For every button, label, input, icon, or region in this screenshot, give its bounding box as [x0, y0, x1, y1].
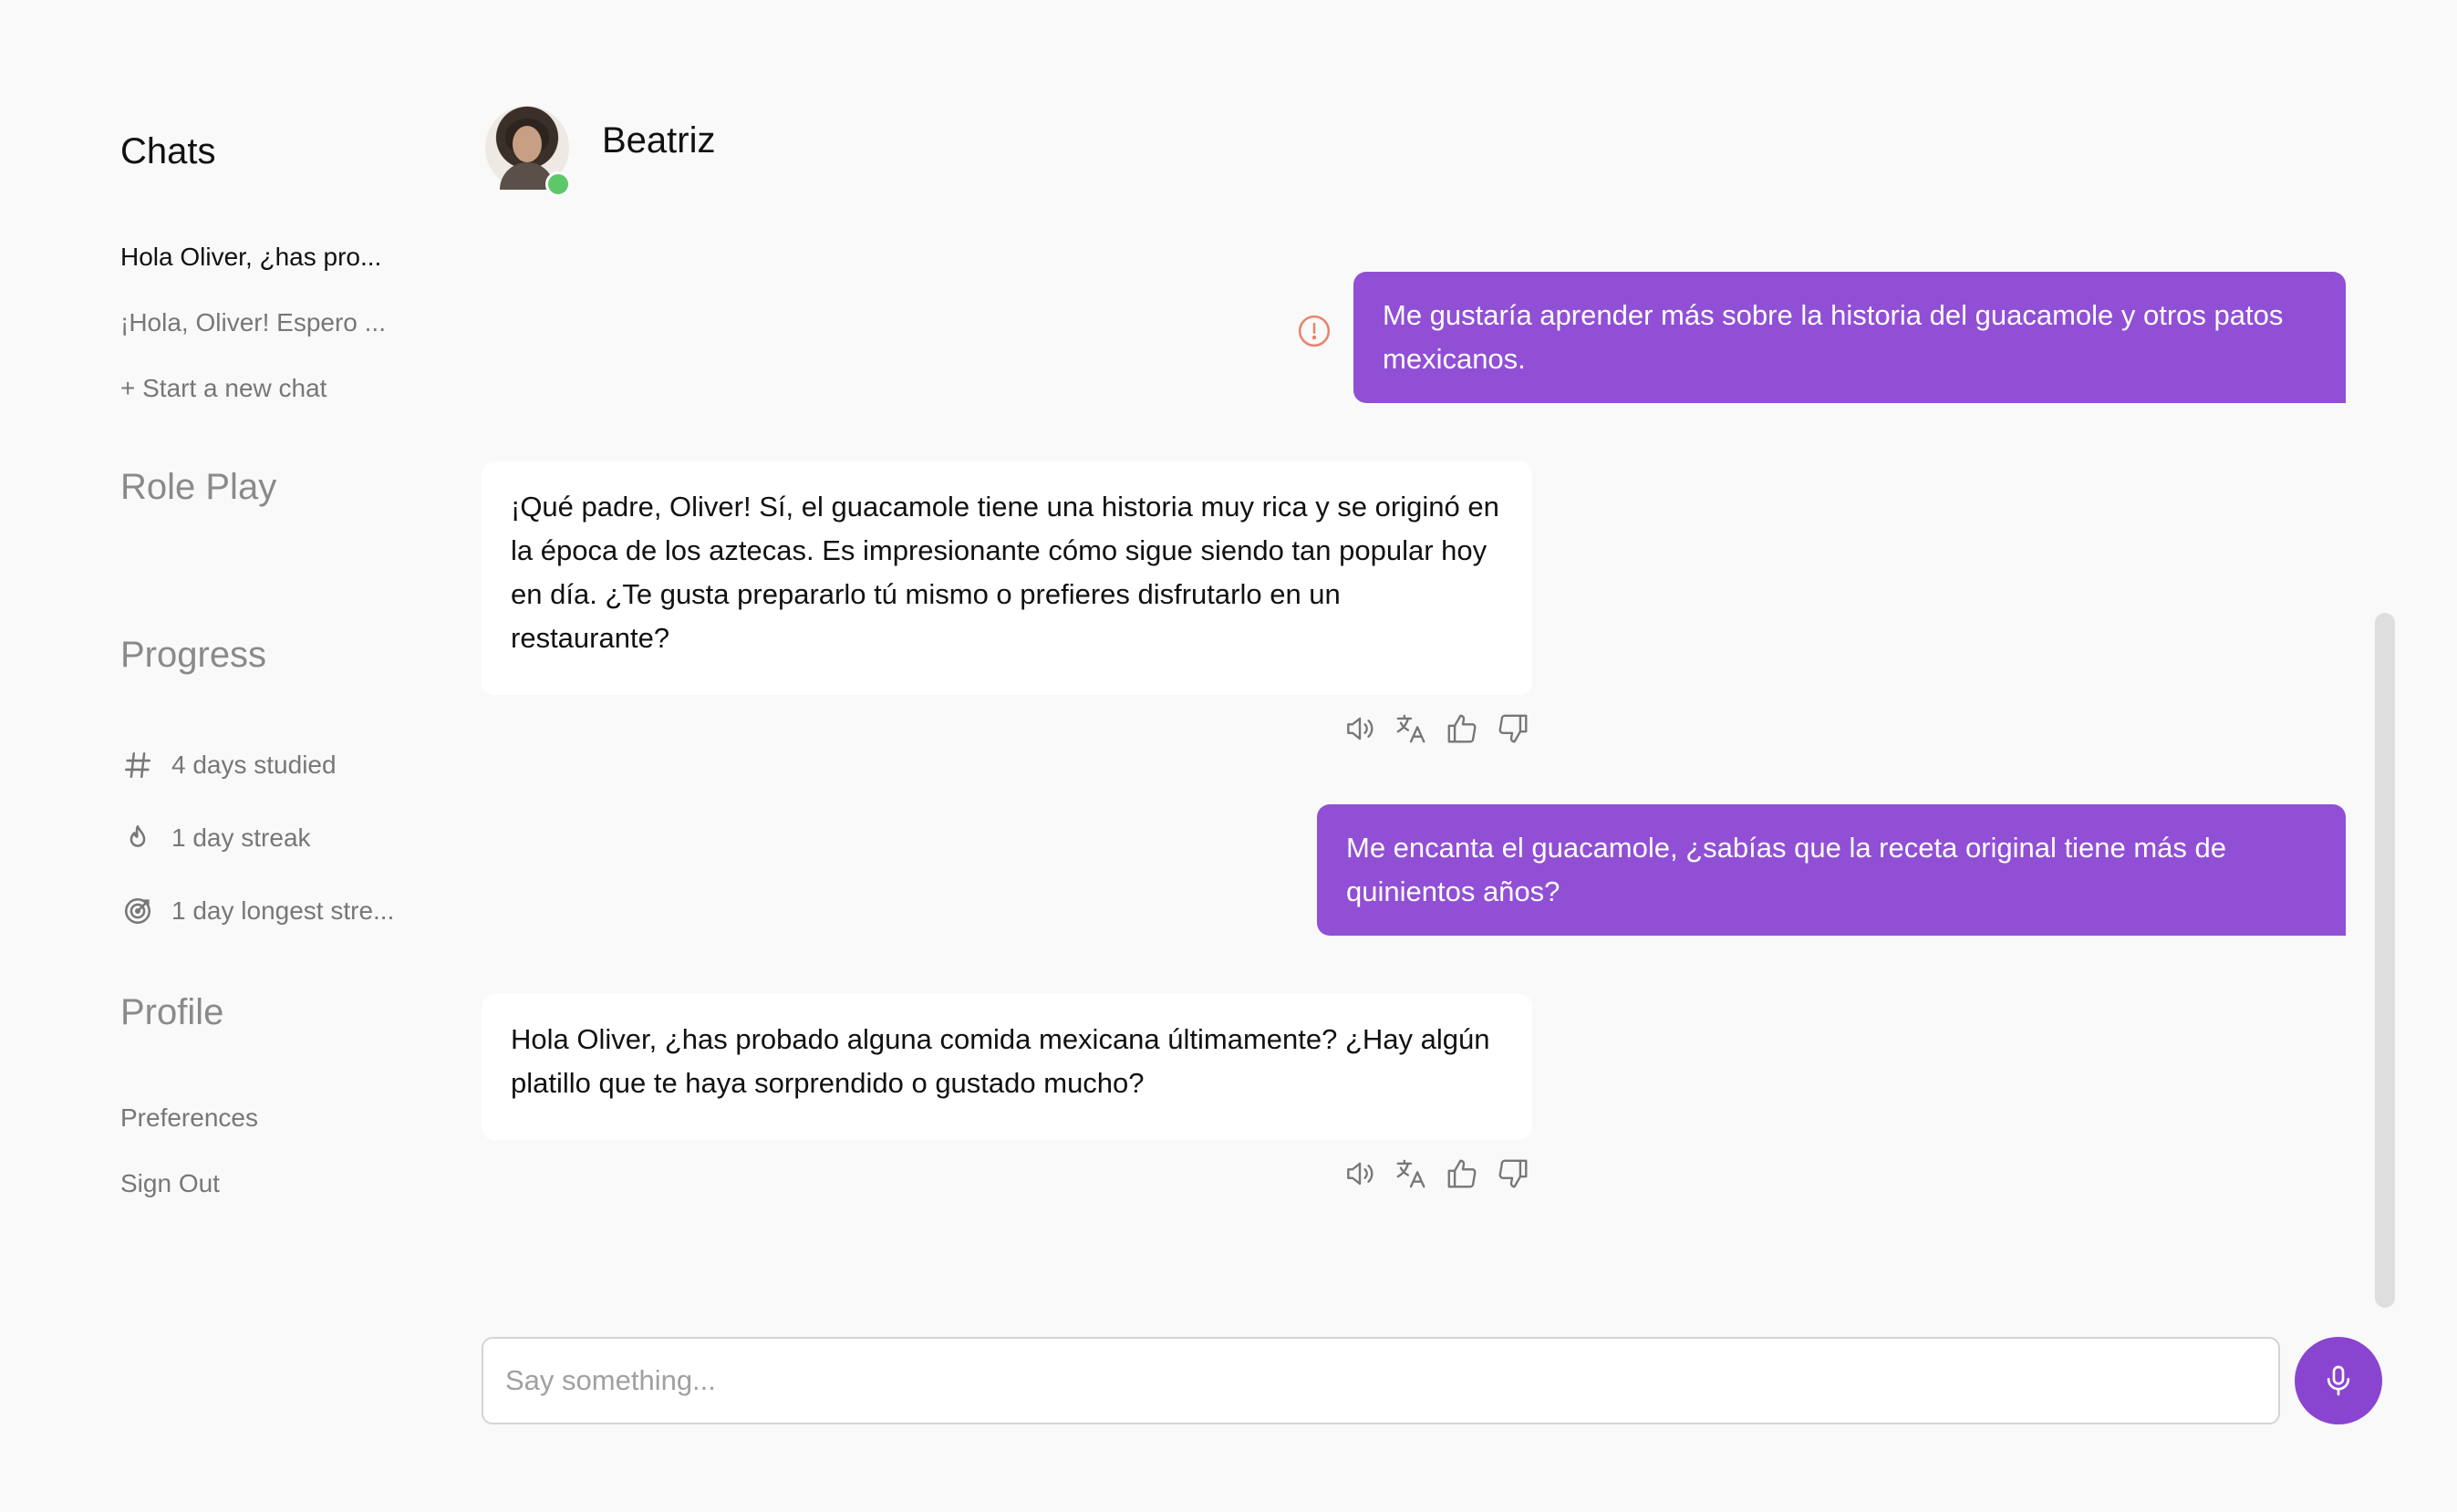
speaker-icon[interactable] [1343, 1156, 1377, 1191]
thumbs-up-icon[interactable] [1445, 1156, 1479, 1191]
message-actions [1343, 1156, 1530, 1191]
message-bot: ¡Qué padre, Oliver! Sí, el guacamole tie… [482, 461, 1532, 695]
roleplay-heading[interactable]: Role Play [120, 467, 276, 508]
scrollbar[interactable] [2375, 613, 2395, 1308]
progress-label: 1 day streak [171, 823, 311, 852]
message-input[interactable] [482, 1337, 2280, 1424]
warning-icon[interactable] [1297, 314, 1332, 348]
progress-longest-streak: 1 day longest stre... [120, 894, 394, 928]
flame-icon [120, 821, 155, 855]
thumbs-down-icon[interactable] [1496, 711, 1530, 746]
hash-icon [120, 748, 155, 782]
message-user: Me gustaría aprender más sobre la histor… [1353, 272, 2346, 403]
translate-icon[interactable] [1394, 1156, 1428, 1191]
sign-out-link[interactable]: Sign Out [120, 1169, 220, 1198]
progress-label: 1 day longest stre... [171, 896, 395, 925]
progress-label: 4 days studied [171, 751, 337, 779]
chat-item-2[interactable]: ¡Hola, Oliver! Espero ... [120, 308, 386, 337]
thumbs-down-icon[interactable] [1496, 1156, 1530, 1191]
message-bot: Hola Oliver, ¿has probado alguna comida … [482, 994, 1532, 1140]
message-actions [1343, 711, 1530, 746]
progress-days-studied: 4 days studied [120, 748, 337, 782]
microphone-button[interactable] [2295, 1337, 2382, 1424]
speaker-icon[interactable] [1343, 711, 1377, 746]
start-new-chat-link[interactable]: + Start a new chat [120, 374, 327, 403]
chats-heading: Chats [120, 131, 216, 171]
chat-item-1[interactable]: Hola Oliver, ¿has pro... [120, 243, 381, 272]
translate-icon[interactable] [1394, 711, 1428, 746]
progress-heading: Progress [120, 635, 267, 675]
microphone-icon [2320, 1362, 2357, 1399]
profile-heading: Profile [120, 992, 224, 1032]
sidebar: Chats Hola Oliver, ¿has pro... ¡Hola, Ol… [0, 0, 438, 1512]
contact-name: Beatriz [602, 120, 716, 161]
target-icon [120, 894, 155, 928]
online-status-dot [545, 171, 571, 197]
progress-streak: 1 day streak [120, 821, 311, 855]
preferences-link[interactable]: Preferences [120, 1103, 258, 1133]
thumbs-up-icon[interactable] [1445, 711, 1479, 746]
message-user: Me encanta el guacamole, ¿sabías que la … [1317, 804, 2346, 936]
